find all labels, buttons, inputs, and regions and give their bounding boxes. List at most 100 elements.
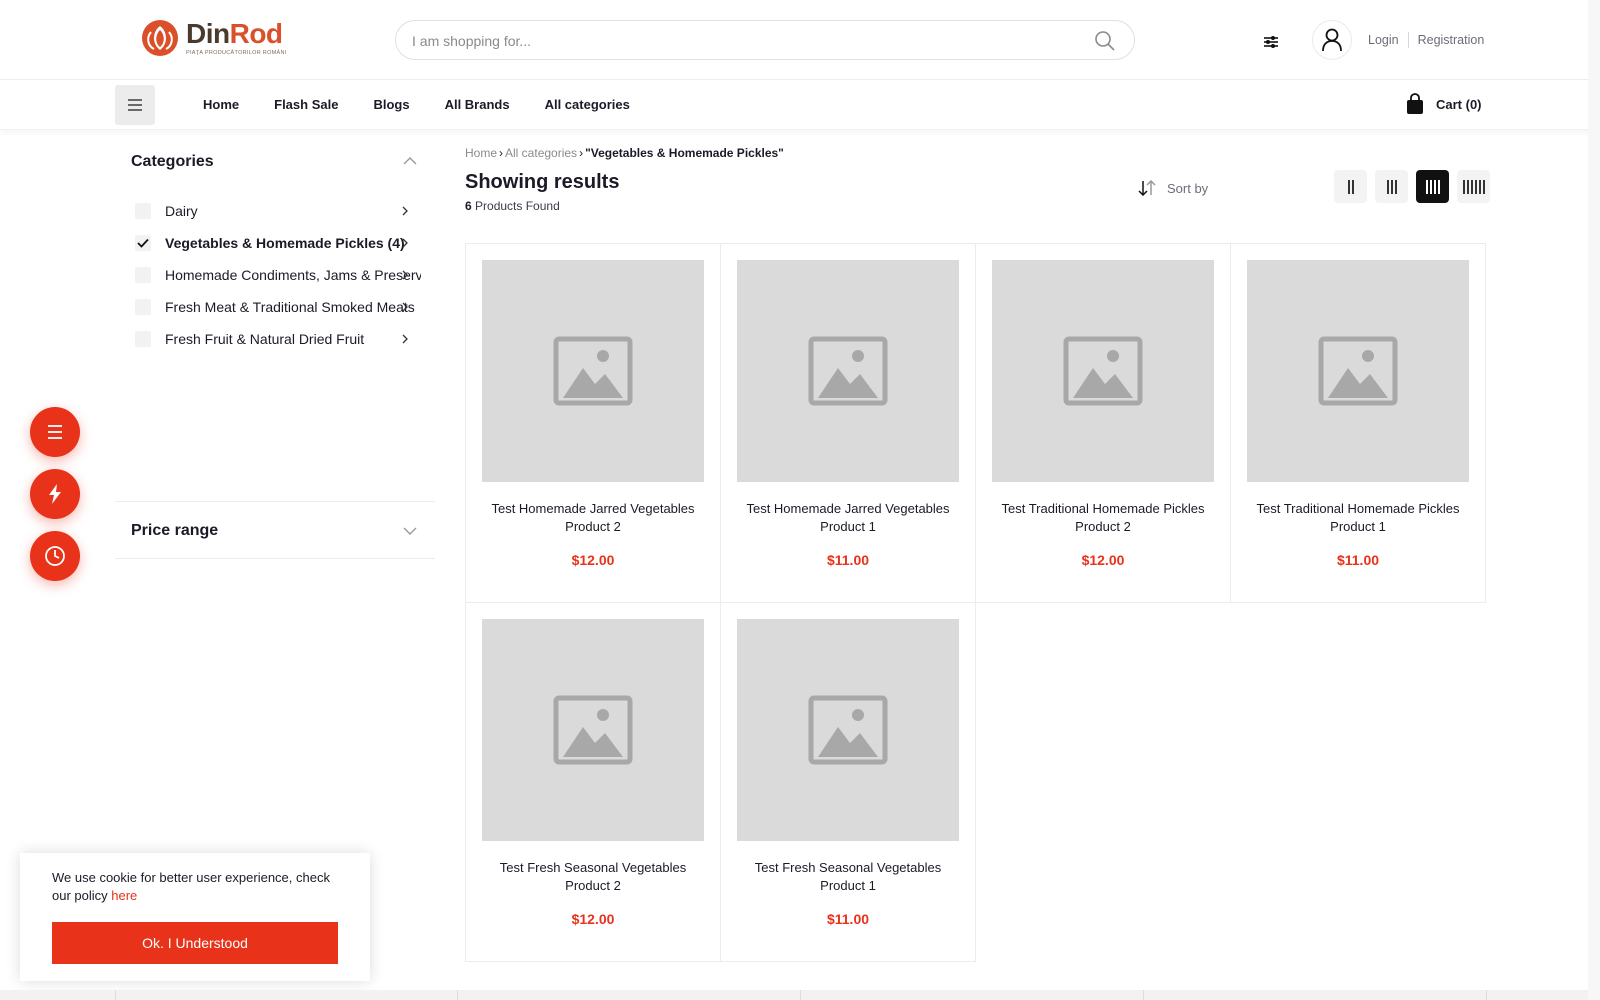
product-card[interactable]: Test Fresh Seasonal Vegetables Product 1…	[720, 602, 976, 962]
page-scrollbar[interactable]	[1588, 0, 1600, 1000]
product-card[interactable]: Test Fresh Seasonal Vegetables Product 2…	[465, 602, 721, 962]
product-name[interactable]: Test Fresh Seasonal Vegetables Product 2	[482, 859, 704, 895]
product-price: $12.00	[571, 552, 615, 568]
product-name[interactable]: Test Fresh Seasonal Vegetables Product 1	[737, 859, 959, 895]
lightning-icon	[49, 484, 61, 504]
product-image-placeholder[interactable]	[737, 619, 959, 841]
image-placeholder-icon	[808, 336, 888, 406]
product-name[interactable]: Test Homemade Jarred Vegetables Product …	[482, 500, 704, 536]
sort-label: Sort by	[1167, 180, 1209, 196]
price-range-filter[interactable]: Price range	[115, 501, 435, 559]
category-checkbox[interactable]	[135, 331, 151, 347]
category-item-meat-smoked[interactable]: Fresh Meat & Traditional Smoked Meats	[135, 291, 425, 323]
nav-links: Home Flash Sale Blogs All Brands All cat…	[203, 97, 665, 112]
cart-button[interactable]: Cart (0)	[1406, 93, 1482, 115]
logo-leaf-icon	[142, 20, 178, 56]
product-name[interactable]: Test Traditional Homemade Pickles Produc…	[992, 500, 1214, 536]
auth-divider	[1407, 32, 1409, 48]
category-item-dairy[interactable]: Dairy	[135, 195, 425, 227]
top-header: DinRod PIAȚA PRODUCĂTORILOR ROMÂNI Login…	[0, 0, 1600, 80]
grid-6-columns-button[interactable]	[1457, 170, 1490, 203]
product-image-placeholder[interactable]	[992, 260, 1214, 482]
category-item-fruit-dried[interactable]: Fresh Fruit & Natural Dried Fruit	[135, 323, 425, 355]
product-price: $11.00	[826, 552, 870, 568]
product-price: $12.00	[1081, 552, 1125, 568]
category-checkbox[interactable]	[135, 299, 151, 315]
product-image-placeholder[interactable]	[482, 260, 704, 482]
breadcrumb: Home › All categories › "Vegetables & Ho…	[465, 146, 784, 160]
breadcrumb-home[interactable]: Home	[465, 146, 497, 160]
page-title: Showing results	[465, 171, 620, 193]
breadcrumb-separator-icon: ›	[579, 146, 584, 160]
product-image-placeholder[interactable]	[482, 619, 704, 841]
sort-dropdown[interactable]: Sort by	[1138, 180, 1208, 196]
product-card[interactable]: Test Homemade Jarred Vegetables Product …	[720, 243, 976, 603]
cookie-accept-button[interactable]: Ok. I Understood	[52, 922, 338, 964]
main-navbar: Home Flash Sale Blogs All Brands All cat…	[0, 80, 1600, 130]
user-icon	[1322, 28, 1342, 52]
nav-link-blogs[interactable]: Blogs	[373, 97, 409, 112]
search-bar	[395, 20, 1135, 60]
shopping-bag-icon	[1407, 93, 1423, 114]
logo[interactable]: DinRod PIAȚA PRODUCĂTORILOR ROMÂNI	[140, 18, 287, 58]
sort-arrows-icon	[1138, 180, 1156, 196]
search-icon[interactable]	[1094, 30, 1116, 52]
search-input[interactable]	[412, 30, 1062, 52]
grid-4-columns-button[interactable]	[1416, 170, 1449, 203]
breadcrumb-current: "Vegetables & Homemade Pickles"	[585, 146, 784, 160]
hamburger-menu-button[interactable]	[115, 85, 155, 125]
product-card[interactable]: Test Homemade Jarred Vegetables Product …	[465, 243, 721, 603]
category-checkbox[interactable]	[135, 267, 151, 283]
chevron-right-icon[interactable]	[401, 302, 409, 312]
floating-history-button[interactable]	[30, 531, 80, 581]
chevron-up-icon[interactable]	[403, 156, 417, 166]
compare-sliders-icon[interactable]	[1263, 34, 1279, 50]
cookie-policy-link[interactable]: here	[111, 888, 137, 903]
category-item-vegetables-pickles[interactable]: Vegetables & Homemade Pickles (4)	[135, 227, 425, 259]
product-price: $11.00	[826, 911, 870, 927]
image-placeholder-icon	[808, 695, 888, 765]
nav-link-all-categories[interactable]: All categories	[545, 97, 630, 112]
login-link[interactable]: Login	[1368, 33, 1399, 47]
chevron-right-icon[interactable]	[401, 206, 409, 216]
product-card[interactable]: Test Traditional Homemade Pickles Produc…	[975, 243, 1231, 603]
category-checkbox[interactable]	[135, 203, 151, 219]
grid-3-columns-button[interactable]	[1375, 170, 1408, 203]
product-name[interactable]: Test Traditional Homemade Pickles Produc…	[1247, 500, 1469, 536]
image-placeholder-icon	[553, 336, 633, 406]
chevron-down-icon[interactable]	[403, 526, 417, 536]
category-item-condiments-jams[interactable]: Homemade Condiments, Jams & Preserves	[135, 259, 425, 291]
breadcrumb-all-categories[interactable]: All categories	[505, 146, 577, 160]
categories-title[interactable]: Categories	[131, 153, 214, 171]
hamburger-icon	[128, 99, 142, 111]
category-checkbox-checked[interactable]	[135, 235, 151, 251]
image-placeholder-icon	[553, 695, 633, 765]
product-image-placeholder[interactable]	[1247, 260, 1469, 482]
product-price: $12.00	[571, 911, 615, 927]
nav-link-flash-sale[interactable]: Flash Sale	[274, 97, 338, 112]
nav-link-all-brands[interactable]: All Brands	[445, 97, 510, 112]
registration-link[interactable]: Registration	[1418, 33, 1485, 47]
category-label: Dairy	[165, 203, 198, 219]
product-image-placeholder[interactable]	[737, 260, 959, 482]
floating-flash-sale-button[interactable]	[30, 469, 80, 519]
grid-2-columns-button[interactable]	[1334, 170, 1367, 203]
floating-list-button[interactable]	[30, 407, 80, 457]
brand-name: DinRod	[186, 18, 283, 49]
footer-edge	[0, 990, 1600, 1000]
category-label: Fresh Fruit & Natural Dried Fruit	[165, 331, 365, 347]
category-label: Fresh Meat & Traditional Smoked Meats	[165, 299, 415, 315]
image-placeholder-icon	[1063, 336, 1143, 406]
chevron-right-icon[interactable]	[401, 238, 409, 248]
product-price: $11.00	[1336, 552, 1380, 568]
user-account-button[interactable]	[1312, 20, 1352, 60]
chevron-right-icon[interactable]	[401, 270, 409, 280]
chevron-right-icon[interactable]	[401, 334, 409, 344]
brand-tagline: PIAȚA PRODUCĂTORILOR ROMÂNI	[186, 50, 287, 56]
breadcrumb-separator-icon: ›	[499, 146, 504, 160]
product-card[interactable]: Test Traditional Homemade Pickles Produc…	[1230, 243, 1486, 603]
nav-link-home[interactable]: Home	[203, 97, 239, 112]
category-list: Dairy Vegetables & Homemade Pickles (4) …	[135, 195, 425, 355]
product-name[interactable]: Test Homemade Jarred Vegetables Product …	[737, 500, 959, 536]
price-range-title: Price range	[131, 522, 219, 539]
